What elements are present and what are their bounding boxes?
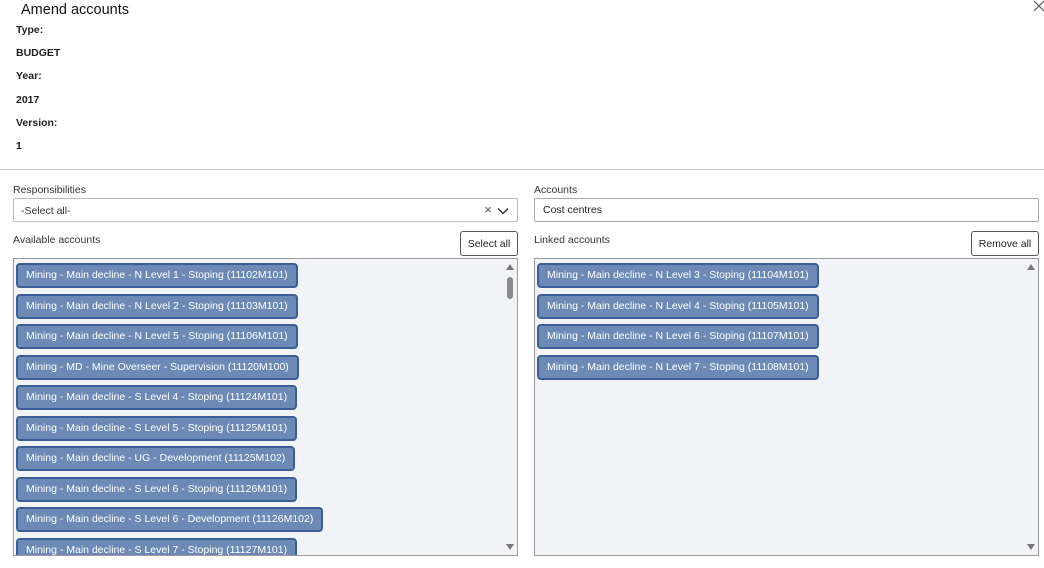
linked-accounts-label: Linked accounts xyxy=(534,234,610,246)
scroll-down-arrow-icon[interactable] xyxy=(506,544,514,550)
available-account-item[interactable]: Mining - Main decline - S Level 6 - Deve… xyxy=(16,507,324,532)
available-account-item[interactable]: Mining - Main decline - S Level 6 - Stop… xyxy=(16,476,298,502)
available-account-item[interactable]: Mining - MD - Mine Overseer - Supervisio… xyxy=(16,354,299,380)
available-account-item[interactable]: Mining - Main decline - S Level 4 - Stop… xyxy=(16,385,298,410)
responsibilities-selected-value: -Select all- xyxy=(21,205,71,217)
linked-account-item[interactable]: Mining - Main decline - N Level 4 - Stop… xyxy=(537,293,819,319)
linked-accounts-list[interactable]: Mining - Main decline - N Level 3 - Stop… xyxy=(534,258,1039,556)
available-accounts-label: Available accounts xyxy=(13,234,101,246)
clear-icon[interactable]: × xyxy=(483,203,493,217)
chevron-down-icon[interactable] xyxy=(496,204,510,216)
section-divider xyxy=(0,169,1044,170)
accounts-input[interactable] xyxy=(534,198,1039,222)
type-value: BUDGET xyxy=(16,47,61,59)
available-account-item[interactable]: Mining - Main decline - UG - Development… xyxy=(16,446,296,471)
type-label: Type: xyxy=(16,24,44,36)
available-account-item[interactable]: Mining - Main decline - N Level 2 - Stop… xyxy=(16,293,298,319)
responsibilities-label: Responsibilities xyxy=(13,184,86,196)
scroll-down-arrow-icon[interactable] xyxy=(1027,544,1035,550)
linked-account-item[interactable]: Mining - Main decline - N Level 6 - Stop… xyxy=(537,324,819,349)
linked-scrollbar[interactable] xyxy=(1025,259,1038,555)
available-account-item[interactable]: Mining - Main decline - N Level 5 - Stop… xyxy=(16,324,298,349)
year-value: 2017 xyxy=(16,94,40,106)
linked-account-item[interactable]: Mining - Main decline - N Level 7 - Stop… xyxy=(537,354,819,380)
year-label: Year: xyxy=(16,70,42,82)
remove-all-button[interactable]: Remove all xyxy=(971,231,1039,256)
version-value: 1 xyxy=(16,140,22,152)
available-scrollbar[interactable] xyxy=(504,259,517,555)
scroll-up-arrow-icon[interactable] xyxy=(506,264,514,270)
select-all-button[interactable]: Select all xyxy=(460,231,518,256)
scroll-up-arrow-icon[interactable] xyxy=(1027,264,1035,270)
available-account-item[interactable]: Mining - Main decline - S Level 5 - Stop… xyxy=(16,415,298,441)
version-label: Version: xyxy=(16,117,58,129)
available-account-item[interactable]: Mining - Main decline - N Level 1 - Stop… xyxy=(16,263,298,288)
available-accounts-list[interactable]: Mining - Main decline - N Level 1 - Stop… xyxy=(13,258,518,556)
available-account-item[interactable]: Mining - Main decline - S Level 7 - Stop… xyxy=(16,537,298,555)
responsibilities-select[interactable]: -Select all- × xyxy=(13,198,518,222)
dialog-title: Amend accounts xyxy=(21,2,130,18)
scroll-thumb[interactable] xyxy=(507,277,513,299)
linked-account-item[interactable]: Mining - Main decline - N Level 3 - Stop… xyxy=(537,263,819,288)
close-icon[interactable] xyxy=(1033,0,1044,12)
accounts-label: Accounts xyxy=(534,184,578,196)
